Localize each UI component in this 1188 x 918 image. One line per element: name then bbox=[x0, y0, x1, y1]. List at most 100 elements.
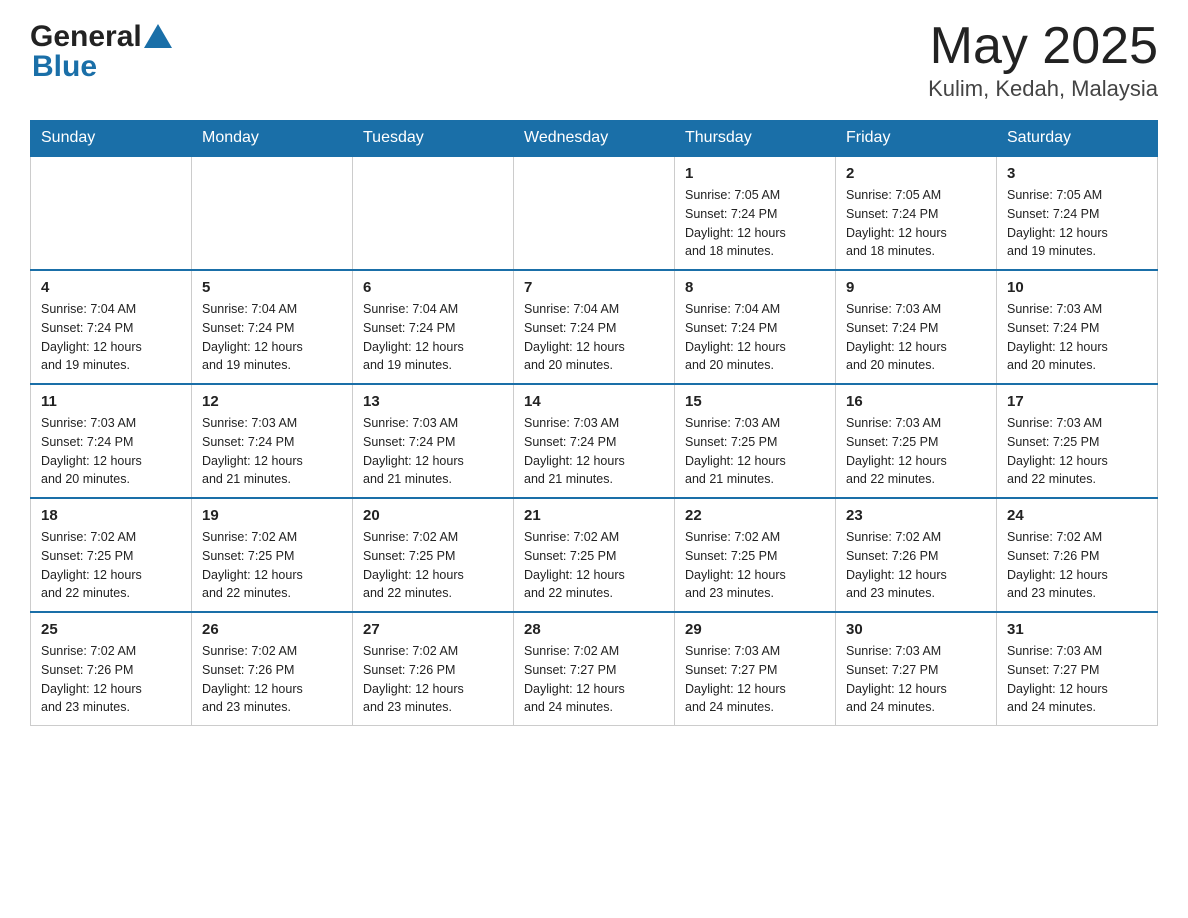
calendar-day-empty bbox=[31, 156, 192, 270]
day-number: 20 bbox=[363, 507, 503, 524]
weekday-header-friday: Friday bbox=[836, 121, 997, 157]
day-info: Sunrise: 7:02 AMSunset: 7:26 PMDaylight:… bbox=[202, 642, 342, 717]
weekday-header-wednesday: Wednesday bbox=[514, 121, 675, 157]
calendar-day-19: 19Sunrise: 7:02 AMSunset: 7:25 PMDayligh… bbox=[192, 498, 353, 612]
weekday-header-thursday: Thursday bbox=[675, 121, 836, 157]
day-info: Sunrise: 7:05 AMSunset: 7:24 PMDaylight:… bbox=[846, 186, 986, 261]
calendar-day-25: 25 Sunrise: 7:02 AMSunset: 7:26 PMDayligh… bbox=[31, 612, 192, 726]
day-info: Sunrise: 7:04 AMSunset: 7:24 PMDaylight:… bbox=[685, 300, 825, 375]
weekday-header-saturday: Saturday bbox=[997, 121, 1158, 157]
day-info: Sunrise: 7:05 AMSunset: 7:24 PMDaylight:… bbox=[1007, 186, 1147, 261]
day-number: 17 bbox=[1007, 393, 1147, 410]
day-info: Sunrise: 7:02 AMSunset: 7:25 PMDaylight:… bbox=[41, 528, 181, 603]
calendar-day-28: 28Sunrise: 7:02 AMSunset: 7:27 PMDayligh… bbox=[514, 612, 675, 726]
day-number: 21 bbox=[524, 507, 664, 524]
calendar-day-7: 7 Sunrise: 7:04 AMSunset: 7:24 PMDaylight… bbox=[514, 270, 675, 384]
day-number: 18 bbox=[41, 507, 181, 524]
day-number: 2 bbox=[846, 165, 986, 182]
day-number: 6 bbox=[363, 279, 503, 296]
day-number: 29 bbox=[685, 621, 825, 638]
calendar-day-22: 22Sunrise: 7:02 AMSunset: 7:25 PMDayligh… bbox=[675, 498, 836, 612]
day-number: 10 bbox=[1007, 279, 1147, 296]
day-info: Sunrise: 7:02 AMSunset: 7:26 PMDaylight:… bbox=[846, 528, 986, 603]
calendar-day-6: 6 Sunrise: 7:04 AMSunset: 7:24 PMDaylight… bbox=[353, 270, 514, 384]
calendar-week-row: 1 Sunrise: 7:05 AMSunset: 7:24 PMDaylight… bbox=[31, 156, 1158, 270]
day-number: 26 bbox=[202, 621, 342, 638]
page-header: General Blue May 2025 Kulim, Kedah, Mala… bbox=[30, 20, 1158, 102]
calendar-day-4: 4 Sunrise: 7:04 AMSunset: 7:24 PMDaylight… bbox=[31, 270, 192, 384]
weekday-header-sunday: Sunday bbox=[31, 121, 192, 157]
day-number: 15 bbox=[685, 393, 825, 410]
day-info: Sunrise: 7:02 AMSunset: 7:25 PMDaylight:… bbox=[202, 528, 342, 603]
weekday-header-tuesday: Tuesday bbox=[353, 121, 514, 157]
day-info: Sunrise: 7:02 AMSunset: 7:25 PMDaylight:… bbox=[685, 528, 825, 603]
day-info: Sunrise: 7:03 AMSunset: 7:25 PMDaylight:… bbox=[846, 414, 986, 489]
day-info: Sunrise: 7:02 AMSunset: 7:26 PMDaylight:… bbox=[41, 642, 181, 717]
calendar-day-30: 30 Sunrise: 7:03 AMSunset: 7:27 PMDayligh… bbox=[836, 612, 997, 726]
calendar-week-row: 11 Sunrise: 7:03 AMSunset: 7:24 PMDayligh… bbox=[31, 384, 1158, 498]
day-info: Sunrise: 7:04 AMSunset: 7:24 PMDaylight:… bbox=[524, 300, 664, 375]
day-info: Sunrise: 7:03 AMSunset: 7:24 PMDaylight:… bbox=[1007, 300, 1147, 375]
calendar-table: SundayMondayTuesdayWednesdayThursdayFrid… bbox=[30, 120, 1158, 726]
calendar-day-1: 1 Sunrise: 7:05 AMSunset: 7:24 PMDaylight… bbox=[675, 156, 836, 270]
day-info: Sunrise: 7:04 AMSunset: 7:24 PMDaylight:… bbox=[41, 300, 181, 375]
day-number: 7 bbox=[524, 279, 664, 296]
day-number: 11 bbox=[41, 393, 181, 410]
day-info: Sunrise: 7:02 AMSunset: 7:25 PMDaylight:… bbox=[524, 528, 664, 603]
calendar-day-31: 31 Sunrise: 7:03 AMSunset: 7:27 PMDayligh… bbox=[997, 612, 1158, 726]
day-number: 30 bbox=[846, 621, 986, 638]
day-info: Sunrise: 7:03 AMSunset: 7:27 PMDaylight:… bbox=[685, 642, 825, 717]
day-number: 27 bbox=[363, 621, 503, 638]
weekday-header-monday: Monday bbox=[192, 121, 353, 157]
calendar-day-20: 20Sunrise: 7:02 AMSunset: 7:25 PMDayligh… bbox=[353, 498, 514, 612]
calendar-day-10: 10 Sunrise: 7:03 AMSunset: 7:24 PMDayligh… bbox=[997, 270, 1158, 384]
day-info: Sunrise: 7:02 AMSunset: 7:26 PMDaylight:… bbox=[1007, 528, 1147, 603]
calendar-day-empty bbox=[353, 156, 514, 270]
day-number: 31 bbox=[1007, 621, 1147, 638]
day-number: 25 bbox=[41, 621, 181, 638]
calendar-day-2: 2 Sunrise: 7:05 AMSunset: 7:24 PMDaylight… bbox=[836, 156, 997, 270]
logo-triangle-icon bbox=[144, 24, 172, 48]
title-area: May 2025 Kulim, Kedah, Malaysia bbox=[928, 20, 1158, 102]
day-info: Sunrise: 7:03 AMSunset: 7:27 PMDaylight:… bbox=[1007, 642, 1147, 717]
calendar-week-row: 25 Sunrise: 7:02 AMSunset: 7:26 PMDayligh… bbox=[31, 612, 1158, 726]
day-number: 3 bbox=[1007, 165, 1147, 182]
calendar-day-5: 5Sunrise: 7:04 AMSunset: 7:24 PMDaylight… bbox=[192, 270, 353, 384]
calendar-day-26: 26 Sunrise: 7:02 AMSunset: 7:26 PMDayligh… bbox=[192, 612, 353, 726]
day-info: Sunrise: 7:02 AMSunset: 7:27 PMDaylight:… bbox=[524, 642, 664, 717]
logo-blue-text: Blue bbox=[32, 50, 97, 83]
day-number: 24 bbox=[1007, 507, 1147, 524]
calendar-day-12: 12 Sunrise: 7:03 AMSunset: 7:24 PMDayligh… bbox=[192, 384, 353, 498]
day-number: 4 bbox=[41, 279, 181, 296]
day-info: Sunrise: 7:03 AMSunset: 7:27 PMDaylight:… bbox=[846, 642, 986, 717]
calendar-day-13: 13Sunrise: 7:03 AMSunset: 7:24 PMDayligh… bbox=[353, 384, 514, 498]
calendar-day-11: 11 Sunrise: 7:03 AMSunset: 7:24 PMDayligh… bbox=[31, 384, 192, 498]
calendar-day-8: 8 Sunrise: 7:04 AMSunset: 7:24 PMDaylight… bbox=[675, 270, 836, 384]
day-number: 16 bbox=[846, 393, 986, 410]
day-info: Sunrise: 7:05 AMSunset: 7:24 PMDaylight:… bbox=[685, 186, 825, 261]
day-number: 1 bbox=[685, 165, 825, 182]
day-info: Sunrise: 7:03 AMSunset: 7:24 PMDaylight:… bbox=[363, 414, 503, 489]
weekday-header-row: SundayMondayTuesdayWednesdayThursdayFrid… bbox=[31, 121, 1158, 157]
calendar-day-9: 9Sunrise: 7:03 AMSunset: 7:24 PMDaylight… bbox=[836, 270, 997, 384]
day-number: 8 bbox=[685, 279, 825, 296]
calendar-day-27: 27 Sunrise: 7:02 AMSunset: 7:26 PMDayligh… bbox=[353, 612, 514, 726]
calendar-week-row: 4 Sunrise: 7:04 AMSunset: 7:24 PMDaylight… bbox=[31, 270, 1158, 384]
calendar-week-row: 18 Sunrise: 7:02 AMSunset: 7:25 PMDayligh… bbox=[31, 498, 1158, 612]
calendar-day-21: 21 Sunrise: 7:02 AMSunset: 7:25 PMDayligh… bbox=[514, 498, 675, 612]
calendar-day-24: 24 Sunrise: 7:02 AMSunset: 7:26 PMDayligh… bbox=[997, 498, 1158, 612]
calendar-day-empty bbox=[192, 156, 353, 270]
day-info: Sunrise: 7:03 AMSunset: 7:24 PMDaylight:… bbox=[41, 414, 181, 489]
calendar-day-3: 3 Sunrise: 7:05 AMSunset: 7:24 PMDaylight… bbox=[997, 156, 1158, 270]
month-title: May 2025 bbox=[928, 20, 1158, 72]
calendar-day-18: 18 Sunrise: 7:02 AMSunset: 7:25 PMDayligh… bbox=[31, 498, 192, 612]
calendar-day-29: 29 Sunrise: 7:03 AMSunset: 7:27 PMDayligh… bbox=[675, 612, 836, 726]
location-title: Kulim, Kedah, Malaysia bbox=[928, 76, 1158, 102]
day-info: Sunrise: 7:02 AMSunset: 7:26 PMDaylight:… bbox=[363, 642, 503, 717]
day-info: Sunrise: 7:04 AMSunset: 7:24 PMDaylight:… bbox=[363, 300, 503, 375]
calendar-day-16: 16 Sunrise: 7:03 AMSunset: 7:25 PMDayligh… bbox=[836, 384, 997, 498]
calendar-day-17: 17 Sunrise: 7:03 AMSunset: 7:25 PMDayligh… bbox=[997, 384, 1158, 498]
day-number: 12 bbox=[202, 393, 342, 410]
day-info: Sunrise: 7:03 AMSunset: 7:24 PMDaylight:… bbox=[202, 414, 342, 489]
day-info: Sunrise: 7:03 AMSunset: 7:25 PMDaylight:… bbox=[1007, 414, 1147, 489]
